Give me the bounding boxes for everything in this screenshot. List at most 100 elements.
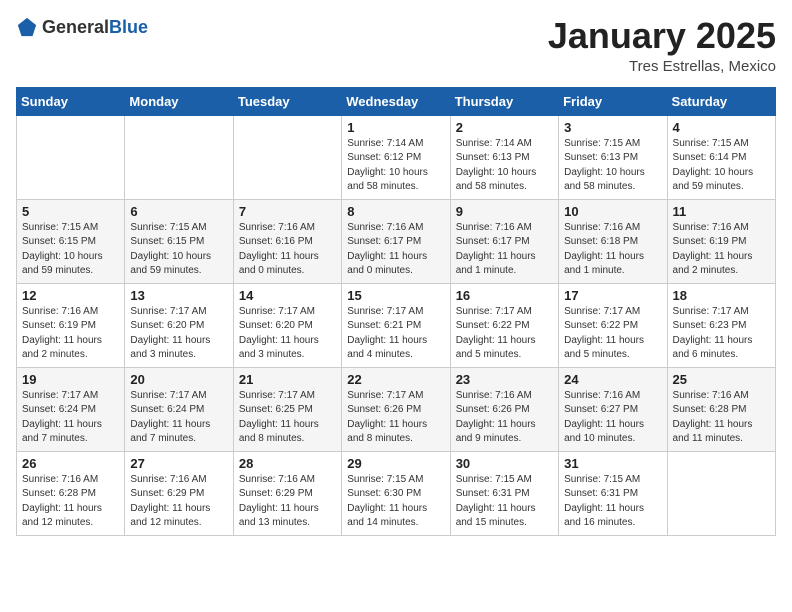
calendar-cell: 5Sunrise: 7:15 AMSunset: 6:15 PMDaylight… [17, 199, 125, 283]
day-info: Sunrise: 7:17 AMSunset: 6:20 PMDaylight:… [130, 305, 227, 363]
daylight-hours: Daylight: 11 hours and 8 minutes. [347, 418, 444, 447]
daylight-hours: Daylight: 11 hours and 1 minute. [564, 250, 661, 279]
calendar-cell: 24 Sunrise: 7:16 AMSunset: 6:27 PMDayligh… [559, 367, 667, 451]
calendar-cell: 28 Sunrise: 7:16 AMSunset: 6:29 PMDayligh… [233, 451, 341, 535]
day-number: 10 [564, 204, 661, 219]
calendar-cell: 10Sunrise: 7:16 AMSunset: 6:18 PMDayligh… [559, 199, 667, 283]
calendar-week-row: 19 Sunrise: 7:17 AMSunset: 6:24 PMDayligh… [17, 367, 776, 451]
daylight-hours: Daylight: 10 hours and 58 minutes. [456, 166, 553, 195]
calendar-cell: 2 Sunrise: 7:14 AMSunset: 6:13 PMDaylight… [450, 115, 558, 199]
calendar-cell: 6Sunrise: 7:15 AMSunset: 6:15 PMDaylight… [125, 199, 233, 283]
calendar-subtitle: Tres Estrellas, Mexico [548, 58, 776, 75]
daylight-hours: Daylight: 11 hours and 3 minutes. [130, 334, 227, 363]
calendar-cell: 29Sunrise: 7:15 AMSunset: 6:30 PMDayligh… [342, 451, 450, 535]
calendar-cell: 19 Sunrise: 7:17 AMSunset: 6:24 PMDayligh… [17, 367, 125, 451]
day-info: Sunrise: 7:17 AMSunset: 6:22 PMDaylight:… [456, 305, 553, 363]
daylight-hours: Daylight: 11 hours and 3 minutes. [239, 334, 336, 363]
day-info: Sunrise: 7:17 AMSunset: 6:23 PMDaylight:… [673, 305, 770, 363]
calendar-cell: 21Sunrise: 7:17 AMSunset: 6:25 PMDayligh… [233, 367, 341, 451]
day-number: 13 [130, 288, 227, 303]
daylight-hours: Daylight: 11 hours and 14 minutes. [347, 502, 444, 531]
logo-general: General [42, 17, 109, 37]
weekday-header-tuesday: Tuesday [233, 87, 341, 115]
day-info: Sunrise: 7:15 AMSunset: 6:31 PMDaylight:… [456, 473, 553, 531]
day-info: Sunrise: 7:14 AMSunset: 6:13 PMDaylight:… [456, 137, 553, 195]
calendar-cell [125, 115, 233, 199]
daylight-hours: Daylight: 10 hours and 59 minutes. [22, 250, 119, 279]
day-info: Sunrise: 7:15 AMSunset: 6:13 PMDaylight:… [564, 137, 661, 195]
calendar-cell [667, 451, 775, 535]
daylight-hours: Daylight: 11 hours and 5 minutes. [564, 334, 661, 363]
daylight-hours: Daylight: 11 hours and 11 minutes. [673, 418, 770, 447]
calendar-cell: 1Sunrise: 7:14 AMSunset: 6:12 PMDaylight… [342, 115, 450, 199]
weekday-header-thursday: Thursday [450, 87, 558, 115]
daylight-hours: Daylight: 10 hours and 58 minutes. [347, 166, 444, 195]
day-number: 20 [130, 372, 227, 387]
daylight-hours: Daylight: 11 hours and 12 minutes. [22, 502, 119, 531]
calendar-cell: 4Sunrise: 7:15 AMSunset: 6:14 PMDaylight… [667, 115, 775, 199]
day-number: 28 [239, 456, 336, 471]
daylight-hours: Daylight: 10 hours and 59 minutes. [130, 250, 227, 279]
daylight-hours: Daylight: 11 hours and 5 minutes. [456, 334, 553, 363]
page-header: GeneralBlue January 2025 Tres Estrellas,… [16, 16, 776, 75]
day-number: 19 [22, 372, 119, 387]
calendar-table: SundayMondayTuesdayWednesdayThursdayFrid… [16, 87, 776, 536]
calendar-week-row: 26Sunrise: 7:16 AMSunset: 6:28 PMDayligh… [17, 451, 776, 535]
daylight-hours: Daylight: 11 hours and 0 minutes. [239, 250, 336, 279]
day-number: 25 [673, 372, 770, 387]
daylight-hours: Daylight: 11 hours and 4 minutes. [347, 334, 444, 363]
calendar-cell: 17Sunrise: 7:17 AMSunset: 6:22 PMDayligh… [559, 283, 667, 367]
calendar-cell: 3 Sunrise: 7:15 AMSunset: 6:13 PMDaylight… [559, 115, 667, 199]
day-number: 26 [22, 456, 119, 471]
day-number: 1 [347, 120, 444, 135]
day-info: Sunrise: 7:16 AMSunset: 6:17 PMDaylight:… [456, 221, 553, 279]
day-number: 16 [456, 288, 553, 303]
logo-text: GeneralBlue [42, 17, 148, 38]
day-number: 6 [130, 204, 227, 219]
day-info: Sunrise: 7:15 AMSunset: 6:14 PMDaylight:… [673, 137, 770, 195]
day-number: 15 [347, 288, 444, 303]
day-number: 27 [130, 456, 227, 471]
day-info: Sunrise: 7:16 AMSunset: 6:29 PMDaylight:… [239, 473, 336, 531]
day-info: Sunrise: 7:16 AMSunset: 6:27 PMDaylight:… [564, 389, 661, 447]
day-number: 3 [564, 120, 661, 135]
daylight-hours: Daylight: 11 hours and 6 minutes. [673, 334, 770, 363]
day-info: Sunrise: 7:17 AMSunset: 6:24 PMDaylight:… [22, 389, 119, 447]
daylight-hours: Daylight: 11 hours and 2 minutes. [22, 334, 119, 363]
daylight-hours: Daylight: 11 hours and 16 minutes. [564, 502, 661, 531]
daylight-hours: Daylight: 11 hours and 13 minutes. [239, 502, 336, 531]
calendar-cell: 30Sunrise: 7:15 AMSunset: 6:31 PMDayligh… [450, 451, 558, 535]
day-info: Sunrise: 7:15 AMSunset: 6:31 PMDaylight:… [564, 473, 661, 531]
day-number: 24 [564, 372, 661, 387]
day-info: Sunrise: 7:16 AMSunset: 6:19 PMDaylight:… [673, 221, 770, 279]
day-info: Sunrise: 7:16 AMSunset: 6:17 PMDaylight:… [347, 221, 444, 279]
logo: GeneralBlue [16, 16, 148, 38]
daylight-hours: Daylight: 11 hours and 9 minutes. [456, 418, 553, 447]
daylight-hours: Daylight: 10 hours and 59 minutes. [673, 166, 770, 195]
calendar-cell: 20 Sunrise: 7:17 AMSunset: 6:24 PMDayligh… [125, 367, 233, 451]
daylight-hours: Daylight: 11 hours and 1 minute. [456, 250, 553, 279]
calendar-cell: 7Sunrise: 7:16 AMSunset: 6:16 PMDaylight… [233, 199, 341, 283]
calendar-cell: 14Sunrise: 7:17 AMSunset: 6:20 PMDayligh… [233, 283, 341, 367]
day-info: Sunrise: 7:16 AMSunset: 6:26 PMDaylight:… [456, 389, 553, 447]
day-info: Sunrise: 7:17 AMSunset: 6:24 PMDaylight:… [130, 389, 227, 447]
calendar-cell: 15 Sunrise: 7:17 AMSunset: 6:21 PMDayligh… [342, 283, 450, 367]
calendar-cell [233, 115, 341, 199]
day-number: 7 [239, 204, 336, 219]
day-number: 17 [564, 288, 661, 303]
day-info: Sunrise: 7:17 AMSunset: 6:21 PMDaylight:… [347, 305, 444, 363]
calendar-title: January 2025 [548, 16, 776, 56]
day-info: Sunrise: 7:17 AMSunset: 6:26 PMDaylight:… [347, 389, 444, 447]
calendar-week-row: 1Sunrise: 7:14 AMSunset: 6:12 PMDaylight… [17, 115, 776, 199]
day-number: 22 [347, 372, 444, 387]
calendar-week-row: 12Sunrise: 7:16 AMSunset: 6:19 PMDayligh… [17, 283, 776, 367]
day-number: 18 [673, 288, 770, 303]
weekday-header-sunday: Sunday [17, 87, 125, 115]
daylight-hours: Daylight: 11 hours and 15 minutes. [456, 502, 553, 531]
day-info: Sunrise: 7:17 AMSunset: 6:25 PMDaylight:… [239, 389, 336, 447]
calendar-cell: 12Sunrise: 7:16 AMSunset: 6:19 PMDayligh… [17, 283, 125, 367]
calendar-cell: 23Sunrise: 7:16 AMSunset: 6:26 PMDayligh… [450, 367, 558, 451]
daylight-hours: Daylight: 11 hours and 7 minutes. [130, 418, 227, 447]
day-number: 2 [456, 120, 553, 135]
daylight-hours: Daylight: 11 hours and 10 minutes. [564, 418, 661, 447]
